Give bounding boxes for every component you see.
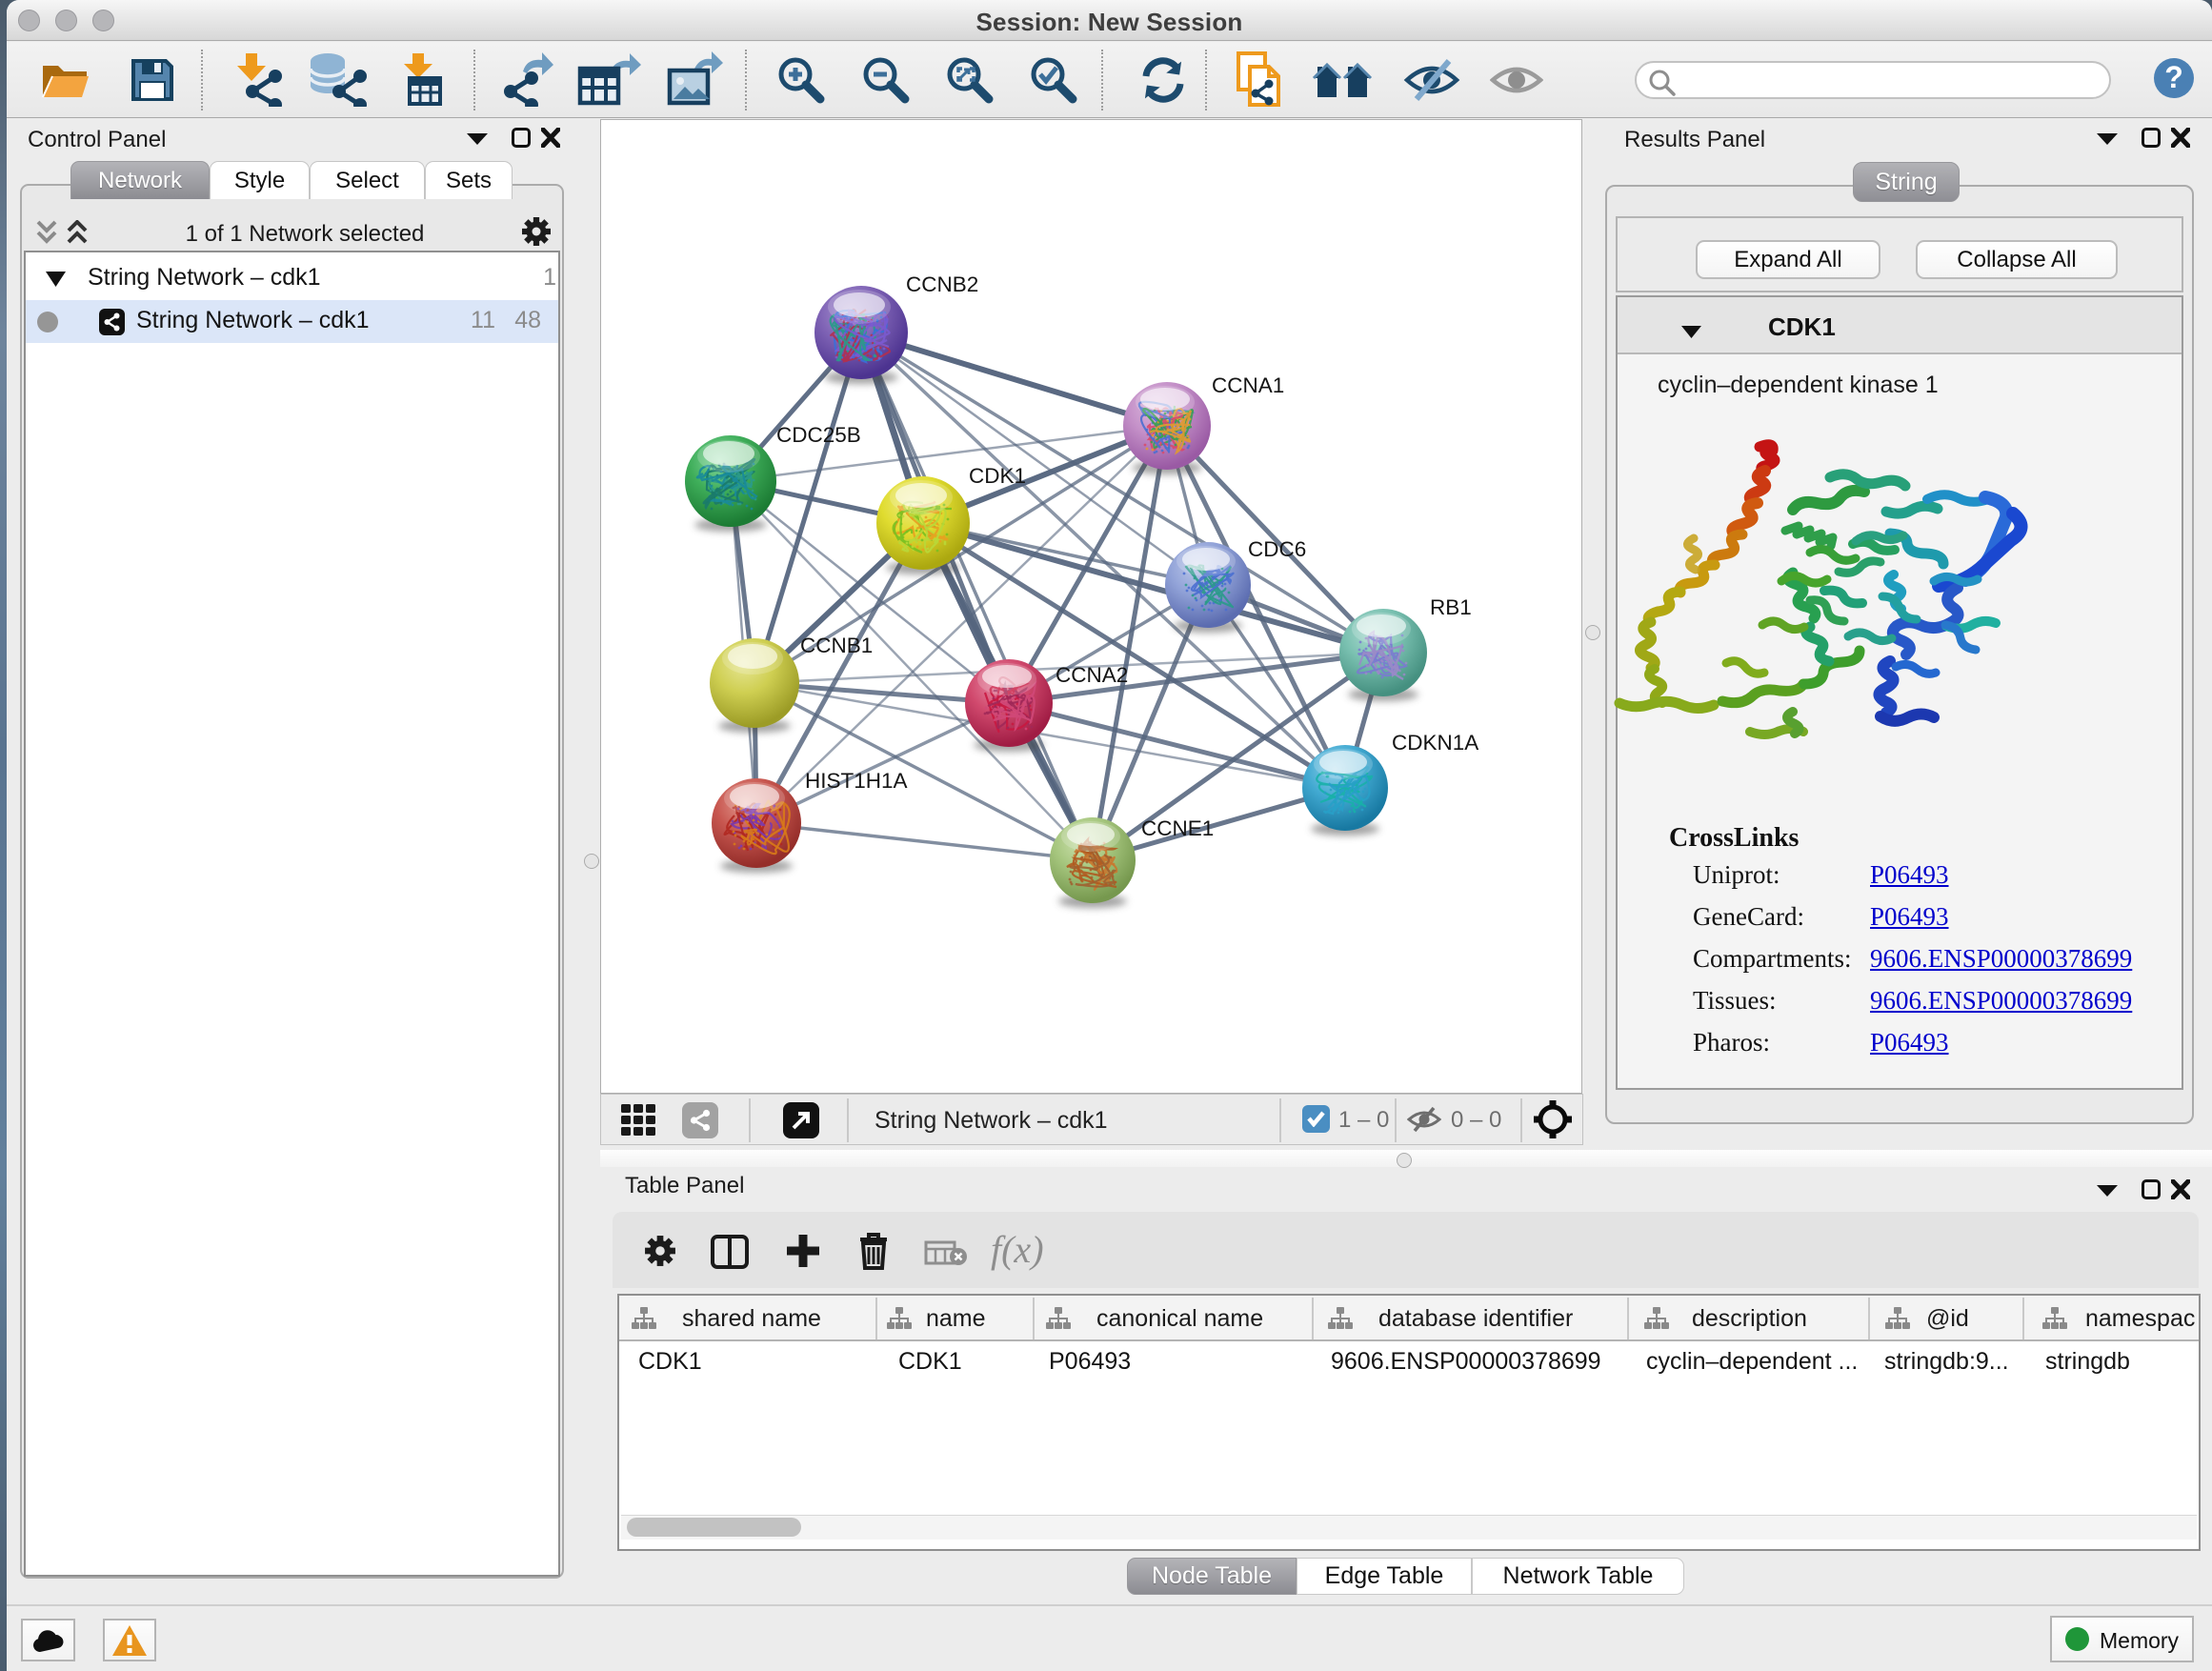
svg-text:CCNE1: CCNE1 — [1141, 816, 1214, 840]
svg-text:CCNA2: CCNA2 — [1056, 663, 1128, 687]
svg-text:HIST1H1A: HIST1H1A — [805, 769, 908, 793]
svg-text:CCNA1: CCNA1 — [1212, 373, 1284, 397]
svg-text:RB1: RB1 — [1430, 595, 1472, 619]
svg-text:CCNB2: CCNB2 — [906, 272, 978, 296]
svg-text:CDC25B: CDC25B — [776, 423, 861, 447]
svg-text:CDC6: CDC6 — [1248, 537, 1306, 561]
svg-text:CDK1: CDK1 — [969, 464, 1026, 488]
svg-text:CDKN1A: CDKN1A — [1392, 731, 1478, 755]
svg-text:CCNB1: CCNB1 — [800, 634, 873, 657]
